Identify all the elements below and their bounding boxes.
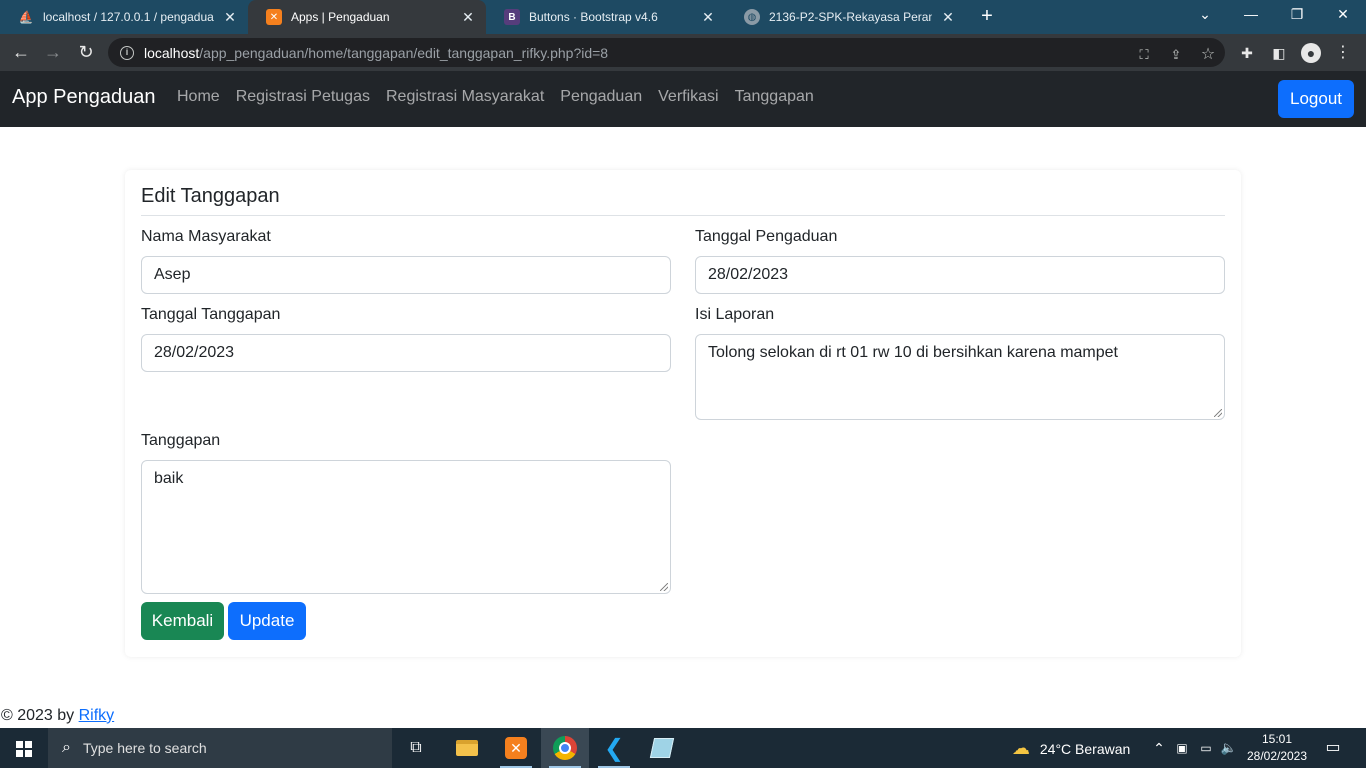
phpmyadmin-icon: ⛵ xyxy=(18,10,34,24)
url-path: /app_pengaduan/home/tanggapan/edit_tangg… xyxy=(199,44,609,61)
nav-links: Home Registrasi Petugas Registrasi Masya… xyxy=(169,88,822,106)
bootstrap-icon: B xyxy=(504,9,520,25)
logout-button[interactable]: Logout xyxy=(1278,80,1354,118)
side-panel-icon[interactable]: ◧ xyxy=(1269,43,1289,63)
menu-kebab-icon[interactable]: ⋮ xyxy=(1333,43,1353,63)
browser-toolbar: ← → ↻ i localhost /app_pengaduan/home/ta… xyxy=(0,34,1366,71)
share-icon[interactable]: ⇪ xyxy=(1167,46,1185,64)
browser-tab-strip: ⛵ localhost / 127.0.0.1 / pengaduan ✕ ✕ … xyxy=(0,0,1366,34)
weather-text: 24°C Berawan xyxy=(1039,741,1131,757)
profile-avatar-icon[interactable]: ● xyxy=(1301,43,1321,63)
back-arrow-icon[interactable]: ← xyxy=(8,40,34,66)
nav-link-tanggapan[interactable]: Tanggapan xyxy=(727,88,822,106)
vscode-taskbar-icon[interactable]: ❮ xyxy=(590,728,638,768)
tanggapan-textarea[interactable]: baik xyxy=(141,460,671,594)
close-tab-icon[interactable]: ✕ xyxy=(460,9,476,26)
windows-taskbar: ⌕ Type here to search ⧉ ✕ ❮ ☁ 24°C Beraw… xyxy=(0,728,1366,768)
reload-icon[interactable]: ↻ xyxy=(73,40,99,66)
new-tab-button[interactable]: + xyxy=(976,4,998,30)
close-tab-icon[interactable]: ✕ xyxy=(222,9,238,26)
app-brand[interactable]: App Pengaduan xyxy=(12,86,155,109)
close-tab-icon[interactable]: ✕ xyxy=(940,9,956,26)
tab-title: localhost / 127.0.0.1 / pengaduan xyxy=(43,10,214,24)
xampp-icon: ✕ xyxy=(266,9,282,25)
nav-link-pengaduan[interactable]: Pengaduan xyxy=(552,88,650,106)
translate-icon[interactable]: ⛶ xyxy=(1135,46,1153,64)
chrome-taskbar-icon[interactable] xyxy=(541,728,589,768)
site-info-icon[interactable]: i xyxy=(120,45,134,60)
taskbar-search[interactable]: ⌕ Type here to search xyxy=(48,728,392,768)
tanggapan-label: Tanggapan xyxy=(141,432,221,449)
tab-search-chevron-icon[interactable]: ⌄ xyxy=(1182,0,1228,30)
notifications-icon[interactable]: ▭ xyxy=(1322,728,1344,768)
restore-button[interactable]: ❐ xyxy=(1274,0,1320,30)
clock-date: 28/02/2023 xyxy=(1246,749,1308,763)
show-hidden-icons-chevron-icon[interactable]: ⌃ xyxy=(1151,728,1167,768)
search-placeholder: Type here to search xyxy=(82,740,207,756)
close-tab-icon[interactable]: ✕ xyxy=(700,9,716,26)
tab-title: 2136-P2-SPK-Rekayasa Perangkat xyxy=(769,10,932,24)
clock-time: 15:01 xyxy=(1261,732,1293,746)
nav-link-registrasi-petugas[interactable]: Registrasi Petugas xyxy=(228,88,378,106)
forward-arrow-icon[interactable]: → xyxy=(40,40,66,66)
start-button[interactable] xyxy=(0,728,48,768)
footer-text: © 2023 by xyxy=(1,707,79,724)
xampp-taskbar-icon[interactable]: ✕ xyxy=(492,728,540,768)
volume-icon[interactable]: 🔈 xyxy=(1220,728,1238,768)
page-title: Edit Tanggapan xyxy=(141,185,280,207)
nav-link-home[interactable]: Home xyxy=(169,88,228,106)
kembali-button[interactable]: Kembali xyxy=(141,602,224,640)
tab-title: Apps | Pengaduan xyxy=(291,10,390,24)
tanggal-tanggapan-label: Tanggal Tanggapan xyxy=(141,306,281,323)
update-button[interactable]: Update xyxy=(228,602,306,640)
page-footer: © 2023 by Rifky xyxy=(1,707,114,725)
extensions-puzzle-icon[interactable]: ✚ xyxy=(1237,43,1257,63)
globe-icon: ◍ xyxy=(744,9,760,25)
url-host: localhost xyxy=(144,44,200,61)
tab-bootstrap[interactable]: B Buttons · Bootstrap v4.6 ✕ xyxy=(486,0,726,34)
bookmark-star-icon[interactable]: ☆ xyxy=(1199,46,1217,64)
network-icon[interactable]: ▭ xyxy=(1197,728,1215,768)
search-icon: ⌕ xyxy=(62,739,71,756)
tab-phpmyadmin[interactable]: ⛵ localhost / 127.0.0.1 / pengaduan ✕ xyxy=(0,0,248,34)
edit-tanggapan-card: Edit Tanggapan Nama Masyarakat Asep Tang… xyxy=(125,170,1241,657)
taskbar-clock[interactable]: 15:01 28/02/2023 xyxy=(1244,731,1310,765)
windows-logo-icon xyxy=(16,741,32,757)
meet-now-icon[interactable]: ▣ xyxy=(1174,728,1190,768)
file-explorer-icon[interactable] xyxy=(443,728,491,768)
nama-masyarakat-field[interactable]: Asep xyxy=(141,256,671,294)
tab-spk[interactable]: ◍ 2136-P2-SPK-Rekayasa Perangkat ✕ xyxy=(726,0,966,34)
isi-laporan-textarea[interactable]: Tolong selokan di rt 01 rw 10 di bersihk… xyxy=(695,334,1225,420)
nav-link-registrasi-masyarakat[interactable]: Registrasi Masyarakat xyxy=(378,88,552,106)
tab-apps-pengaduan[interactable]: ✕ Apps | Pengaduan ✕ xyxy=(248,0,486,34)
footer-author-link[interactable]: Rifky xyxy=(79,707,115,724)
tanggal-tanggapan-field[interactable]: 28/02/2023 xyxy=(141,334,671,372)
tanggal-pengaduan-field[interactable]: 28/02/2023 xyxy=(695,256,1225,294)
close-window-button[interactable]: ✕ xyxy=(1320,0,1366,30)
app-navbar: App Pengaduan Home Registrasi Petugas Re… xyxy=(0,71,1366,127)
nama-masyarakat-label: Nama Masyarakat xyxy=(141,228,271,245)
isi-laporan-label: Isi Laporan xyxy=(695,306,775,323)
task-view-icon[interactable]: ⧉ xyxy=(392,728,440,768)
cloud-sun-icon: ☁ xyxy=(1012,738,1030,758)
nav-link-verfikasi[interactable]: Verfikasi xyxy=(650,88,726,106)
tab-title: Buttons · Bootstrap v4.6 xyxy=(529,10,658,24)
address-bar[interactable]: i localhost /app_pengaduan/home/tanggapa… xyxy=(108,38,1225,67)
notes-app-icon[interactable] xyxy=(638,728,686,768)
title-divider xyxy=(141,215,1225,216)
weather-widget[interactable]: ☁ 24°C Berawan xyxy=(1012,728,1142,768)
minimize-button[interactable]: — xyxy=(1228,0,1274,30)
tanggal-pengaduan-label: Tanggal Pengaduan xyxy=(695,228,838,245)
